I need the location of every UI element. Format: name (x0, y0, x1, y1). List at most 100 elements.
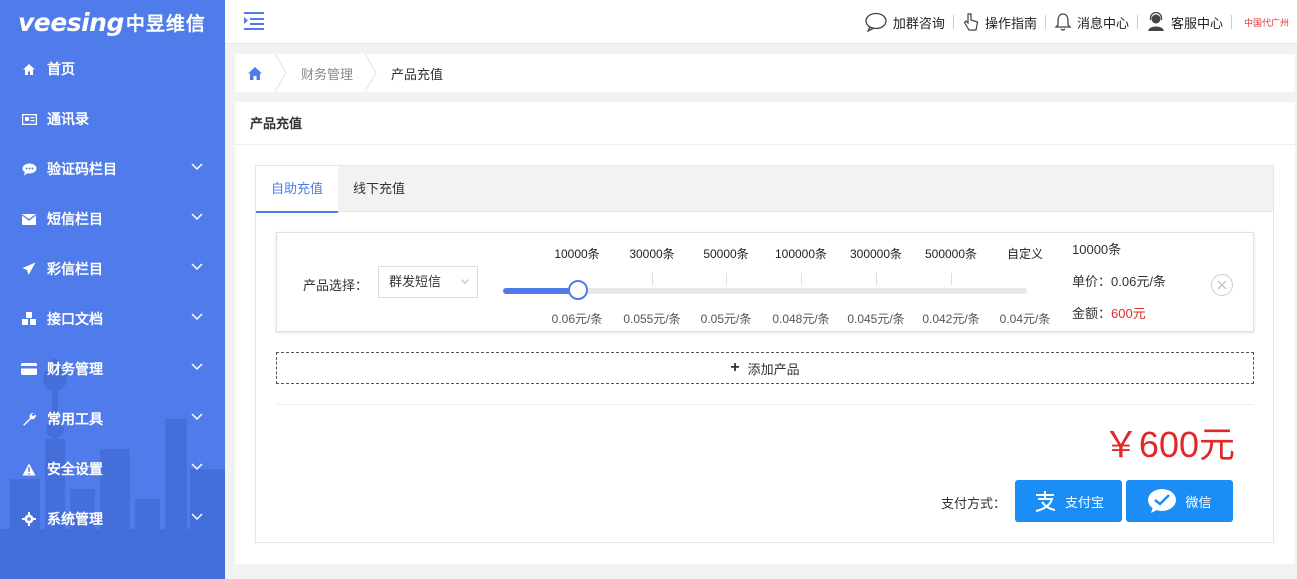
slider-track-fill (503, 288, 578, 294)
sidebar-item-finance[interactable]: 财务管理 (0, 344, 225, 394)
sidebar-item-mms[interactable]: 彩信栏目 (0, 244, 225, 294)
chevron-down-icon (191, 463, 203, 471)
amount-value: 600元 (1111, 306, 1146, 321)
tier-price-label: 0.06元/条 (551, 312, 603, 326)
cubes-icon (21, 311, 37, 327)
sidebar-item-contacts[interactable]: 通讯录 (0, 94, 225, 144)
breadcrumb-separator (275, 54, 287, 92)
summary-unit-price: 单价：0.06元/条 (1072, 273, 1166, 305)
chat-bubble-icon (865, 12, 887, 32)
tier-quantity-label[interactable]: 30000条 (629, 245, 674, 262)
wechat-pay-button[interactable]: 微信 (1126, 480, 1233, 522)
chevron-down-icon (191, 213, 203, 221)
envelope-icon (21, 211, 37, 227)
tier-price-label: 0.05元/条 (700, 312, 752, 326)
sidebar-item-label: 系统管理 (47, 511, 103, 527)
slider-tick (801, 273, 802, 285)
chevron-down-icon (191, 263, 203, 271)
support-agent-icon (1147, 12, 1164, 31)
sidebar-item-sms[interactable]: 短信栏目 (0, 194, 225, 244)
top-separator (1044, 15, 1046, 29)
guide-label: 操作指南 (984, 15, 1037, 31)
tier-quantity-label[interactable]: 自定义 (1007, 245, 1043, 262)
home-icon (248, 66, 262, 80)
product-select[interactable]: 群发短信 (378, 266, 478, 298)
top-links: 加群咨询 操作指南 消息中心 客服中心 中国代广州 (864, 0, 1289, 44)
alipay-label: 支付宝 (1064, 494, 1104, 510)
summary-amount: 金额：600元 (1072, 305, 1166, 337)
sidebar-item-tools[interactable]: 常用工具 (0, 394, 225, 444)
tier-price-label: 0.04元/条 (999, 312, 1051, 326)
wechat-label: 微信 (1185, 494, 1212, 510)
chevron-down-icon (191, 413, 203, 421)
sidebar-item-label: 常用工具 (47, 411, 103, 427)
tabs-container: 自助充值 线下充值 产品选择： 群发短信 10000条 0.06元/条 30000条… (255, 165, 1274, 543)
sidebar-item-label: 财务管理 (47, 361, 103, 377)
chevron-down-icon (461, 279, 469, 285)
guide-link[interactable]: 操作指南 (962, 12, 1037, 32)
total-amount: ￥600元 (1102, 424, 1235, 465)
join-group-link[interactable]: 加群咨询 (864, 12, 945, 32)
sidebar-item-label: 接口文档 (47, 311, 103, 327)
payment-method-label: 支付方式： (941, 496, 1007, 511)
sidebar-menu: 首页 通讯录 验证码栏目 短信栏目 彩信栏目 接口文档 财务管理 常用工具 安全… (0, 44, 225, 544)
support-center-link[interactable]: 客服中心 (1146, 12, 1223, 32)
warning-icon (21, 461, 37, 477)
breadcrumb-finance[interactable]: 财务管理 (287, 64, 365, 83)
top-bar: 加群咨询 操作指南 消息中心 客服中心 中国代广州 (225, 0, 1297, 44)
brand-logo[interactable]: veesing 中昱维信 (18, 6, 206, 38)
sidebar-item-label: 彩信栏目 (47, 261, 103, 277)
sidebar-item-verification[interactable]: 验证码栏目 (0, 144, 225, 194)
logo-text-cn: 中昱维信 (125, 13, 206, 35)
quantity-slider[interactable]: 10000条 0.06元/条 30000条 0.055元/条 50000条 0.05元/条… (503, 233, 1063, 333)
sidebar-item-api-docs[interactable]: 接口文档 (0, 294, 225, 344)
slider-tick (951, 273, 952, 285)
add-product-button[interactable]: + 添加产品 (276, 352, 1254, 384)
top-separator (1136, 15, 1138, 29)
tier-price-label: 0.048元/条 (772, 312, 830, 326)
tier-quantity-label[interactable]: 50000条 (703, 245, 748, 262)
sidebar-item-home[interactable]: 首页 (0, 44, 225, 94)
tier-quantity-label[interactable]: 300000条 (850, 245, 902, 262)
sidebar-item-security[interactable]: 安全设置 (0, 444, 225, 494)
bell-icon (1054, 13, 1072, 31)
top-separator (952, 15, 954, 29)
paper-plane-icon (21, 261, 37, 277)
sidebar-item-label: 验证码栏目 (47, 161, 117, 177)
tier-quantity-label[interactable]: 10000条 (554, 245, 599, 262)
sidebar-toggle-icon[interactable] (244, 11, 266, 31)
unit-price-value: 0.06元/条 (1111, 274, 1166, 289)
tier-quantity-label[interactable]: 500000条 (925, 245, 977, 262)
slider-thumb[interactable] (568, 280, 588, 300)
tab-self-recharge[interactable]: 自助充值 (256, 166, 339, 213)
order-summary: 10000条 单价：0.06元/条 金额：600元 (1072, 241, 1166, 337)
divider (276, 404, 1254, 405)
tier-price-label: 0.042元/条 (922, 312, 980, 326)
tier-quantity-label[interactable]: 100000条 (775, 245, 827, 262)
product-select-label: 产品选择： (303, 278, 369, 293)
chevron-down-icon (191, 313, 203, 321)
summary-quantity: 10000条 (1072, 242, 1122, 257)
product-select-value: 群发短信 (389, 274, 442, 289)
sidebar-item-system[interactable]: 系统管理 (0, 494, 225, 544)
breadcrumb-current: 产品充值 (391, 66, 444, 82)
message-center-label: 消息中心 (1076, 15, 1129, 31)
tab-offline-recharge[interactable]: 线下充值 (338, 166, 420, 212)
message-center-link[interactable]: 消息中心 (1054, 12, 1129, 32)
breadcrumb-separator (365, 54, 377, 92)
unit-price-label: 单价： (1072, 274, 1112, 289)
wrench-icon (21, 411, 37, 427)
slider-tick (652, 273, 653, 285)
breadcrumb-home[interactable] (235, 54, 275, 92)
breadcrumb: 财务管理 产品充值 (235, 54, 1295, 92)
page-title: 产品充值 (235, 102, 1295, 145)
add-product-label: 添加产品 (747, 361, 800, 377)
credit-card-icon (21, 361, 37, 377)
amount-label: 金额： (1072, 306, 1112, 321)
alipay-icon (1035, 491, 1056, 512)
sidebar-item-label: 短信栏目 (47, 211, 103, 227)
join-group-label: 加群咨询 (892, 15, 945, 31)
slider-tick (876, 273, 877, 285)
alipay-button[interactable]: 支付宝 (1015, 480, 1122, 522)
remove-product-button[interactable] (1211, 274, 1233, 296)
